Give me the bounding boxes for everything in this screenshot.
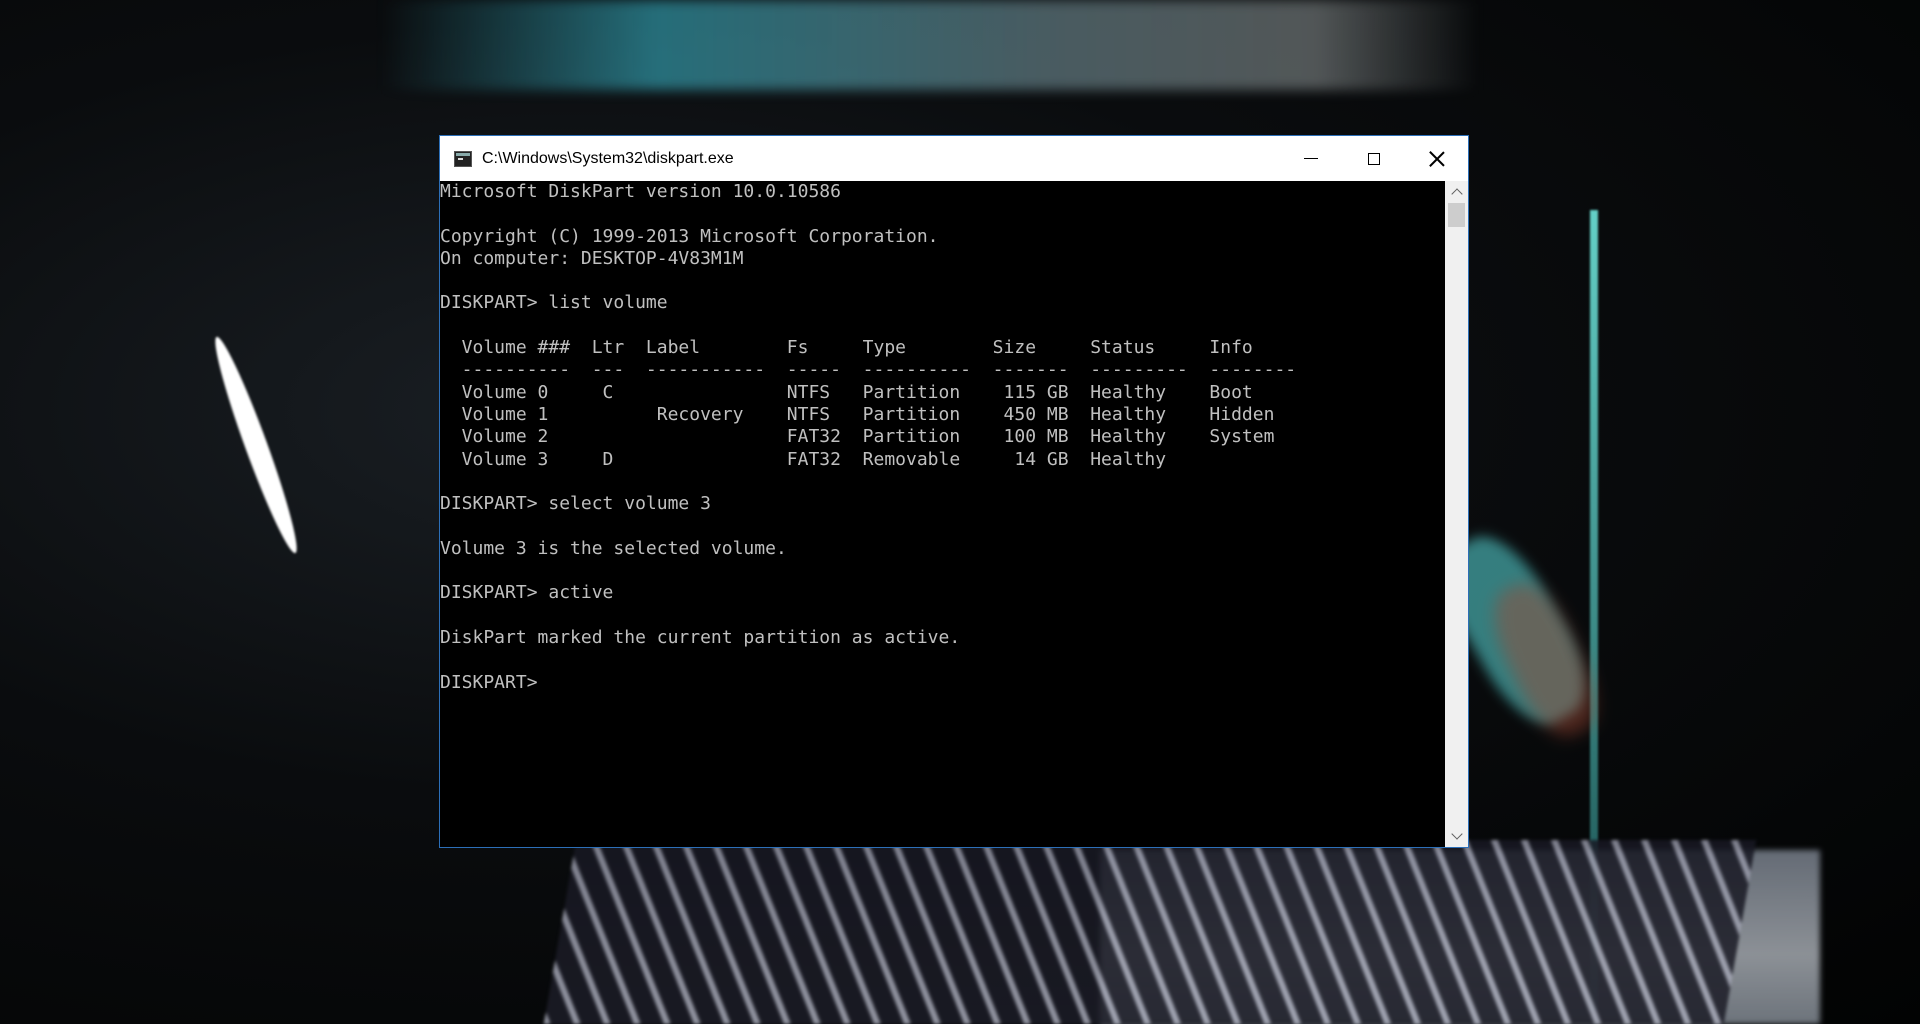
maximize-icon — [1367, 152, 1380, 165]
console-text[interactable]: Microsoft DiskPart version 10.0.10586 Co… — [440, 181, 1445, 694]
console-line: Volume 1 Recovery NTFS Partition 450 MB … — [440, 403, 1275, 425]
console-line: DISKPART> — [440, 671, 549, 693]
chevron-up-icon — [1450, 188, 1463, 200]
title-bar[interactable]: C:\Windows\System32\diskpart.exe — [440, 136, 1468, 181]
background-light-streak — [206, 333, 306, 557]
vertical-scrollbar[interactable] — [1445, 181, 1468, 847]
console-line: DISKPART> select volume 3 — [440, 493, 711, 515]
console-line: Volume ### Ltr Label Fs Type Size Status… — [440, 337, 1253, 359]
console-line: DISKPART> list volume — [440, 292, 668, 314]
chevron-down-icon — [1450, 828, 1463, 840]
console-line: On computer: DESKTOP-4V83M1M — [440, 247, 744, 269]
background-screen-edge — [1590, 210, 1598, 1010]
maximize-button[interactable] — [1342, 136, 1405, 181]
diskpart-window[interactable]: C:\Windows\System32\diskpart.exe Microso… — [439, 135, 1469, 848]
scroll-up-button[interactable] — [1445, 181, 1468, 203]
background-red-glow — [1479, 572, 1611, 748]
window-title: C:\Windows\System32\diskpart.exe — [482, 149, 734, 167]
background-laptop-base — [1100, 850, 1820, 1024]
minimize-button[interactable] — [1279, 136, 1342, 181]
scrollbar-thumb[interactable] — [1448, 203, 1465, 227]
console-line: ---------- --- ----------- ----- -------… — [440, 359, 1297, 381]
window-controls — [1279, 136, 1468, 181]
console-line: Copyright (C) 1999-2013 Microsoft Corpor… — [440, 225, 939, 247]
console-line: Volume 3 is the selected volume. — [440, 537, 787, 559]
console-line: Microsoft DiskPart version 10.0.10586 — [440, 181, 841, 202]
background-glow — [380, 0, 1480, 90]
console-output[interactable]: Microsoft DiskPart version 10.0.10586 Co… — [440, 181, 1445, 847]
console-line: DiskPart marked the current partition as… — [440, 626, 961, 648]
minimize-icon — [1303, 158, 1318, 159]
console-line: DISKPART> active — [440, 582, 614, 604]
close-button[interactable] — [1405, 136, 1468, 181]
console-app-icon[interactable] — [454, 150, 472, 167]
console-line: Volume 3 D FAT32 Removable 14 GB Healthy — [440, 448, 1167, 470]
background-keyboard — [543, 840, 1757, 1024]
console-line: Volume 0 C NTFS Partition 115 GB Healthy… — [440, 381, 1253, 403]
console-line: Volume 2 FAT32 Partition 100 MB Healthy … — [440, 426, 1275, 448]
scroll-down-button[interactable] — [1445, 825, 1468, 847]
close-icon — [1429, 151, 1445, 167]
